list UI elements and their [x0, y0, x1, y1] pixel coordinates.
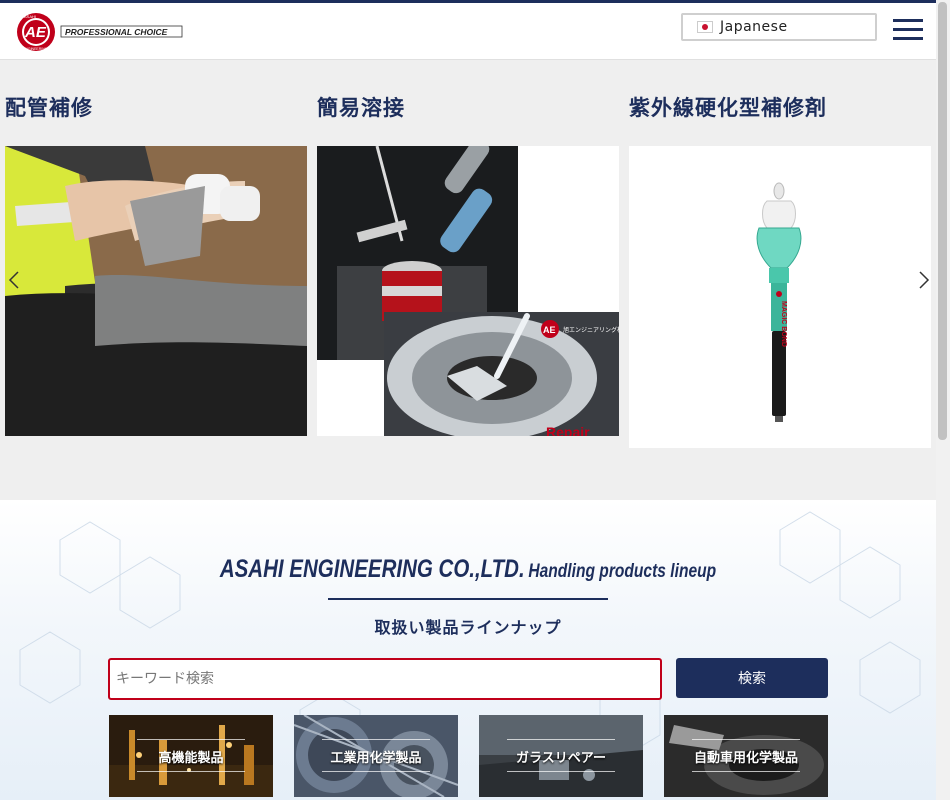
slide-title: 配管補修: [5, 96, 93, 120]
keyword-search-input[interactable]: [108, 658, 662, 700]
flag-japan-icon: [697, 21, 713, 33]
search-button[interactable]: 検索: [676, 658, 828, 698]
category-label: 工業用化学製品: [330, 751, 422, 766]
company-logo[interactable]: AE ASAHI ENGINEERING PROFESSIONAL CHOICE: [11, 12, 186, 52]
svg-text:ENGINEERING: ENGINEERING: [23, 47, 48, 51]
easy-welding-photo: AE 旭エンジニアリング株式会社 Repair: [317, 146, 619, 436]
svg-text:AE: AE: [24, 24, 47, 41]
category-label: ガラスリペアー: [516, 751, 606, 766]
svg-text:Repair: Repair: [546, 424, 590, 436]
svg-text:MAGIC BOND: MAGIC BOND: [780, 301, 787, 347]
heading-divider: [328, 598, 608, 600]
page-scrollbar[interactable]: [936, 0, 950, 800]
category-tile-high-performance[interactable]: 高機能製品: [109, 715, 273, 797]
category-tile-glass-repair[interactable]: ガラスリペアー: [479, 715, 643, 797]
slide-title: 簡易溶接: [317, 96, 405, 120]
uv-repair-pen-photo: MAGIC BOND: [629, 146, 931, 448]
category-label: 高機能製品: [158, 751, 224, 766]
lineup-heading-sub: Handling products lineup: [528, 561, 717, 582]
hamburger-icon[interactable]: [893, 17, 923, 43]
category-label: 自動車用化学製品: [693, 751, 798, 766]
lineup-heading: ASAHI ENGINEERING CO.,LTD. Handling prod…: [84, 555, 852, 584]
svg-text:ASAHI: ASAHI: [24, 14, 36, 19]
lineup-heading-company: ASAHI ENGINEERING CO.,LTD.: [219, 555, 525, 583]
chevron-right-icon[interactable]: [912, 268, 936, 292]
svg-text:PROFESSIONAL CHOICE: PROFESSIONAL CHOICE: [65, 27, 168, 37]
language-selector[interactable]: Japanese: [681, 13, 877, 41]
products-lineup-section: ASAHI ENGINEERING CO.,LTD. Handling prod…: [0, 500, 936, 800]
lineup-subtitle: 取扱い製品ラインナップ: [374, 618, 562, 637]
scrollbar-thumb[interactable]: [938, 2, 947, 440]
pipe-repair-photo: [5, 146, 307, 436]
category-tile-automotive-chemicals[interactable]: 自動車用化学製品: [664, 715, 828, 797]
site-header: AE ASAHI ENGINEERING PROFESSIONAL CHOICE…: [0, 3, 936, 60]
chevron-left-icon[interactable]: [2, 268, 26, 292]
product-carousel: 配管補修 簡易溶接 AE 旭エンジニアリング Repair 紫外線硬化型補修剤 …: [0, 60, 936, 500]
svg-text:旭エンジニアリング株式会社: 旭エンジニアリング株式会社: [563, 326, 619, 334]
slide-title: 紫外線硬化型補修剤: [629, 96, 827, 120]
category-tile-industrial-chemicals[interactable]: 工業用化学製品: [294, 715, 458, 797]
language-label: Japanese: [720, 19, 788, 35]
svg-text:AE: AE: [543, 325, 556, 335]
